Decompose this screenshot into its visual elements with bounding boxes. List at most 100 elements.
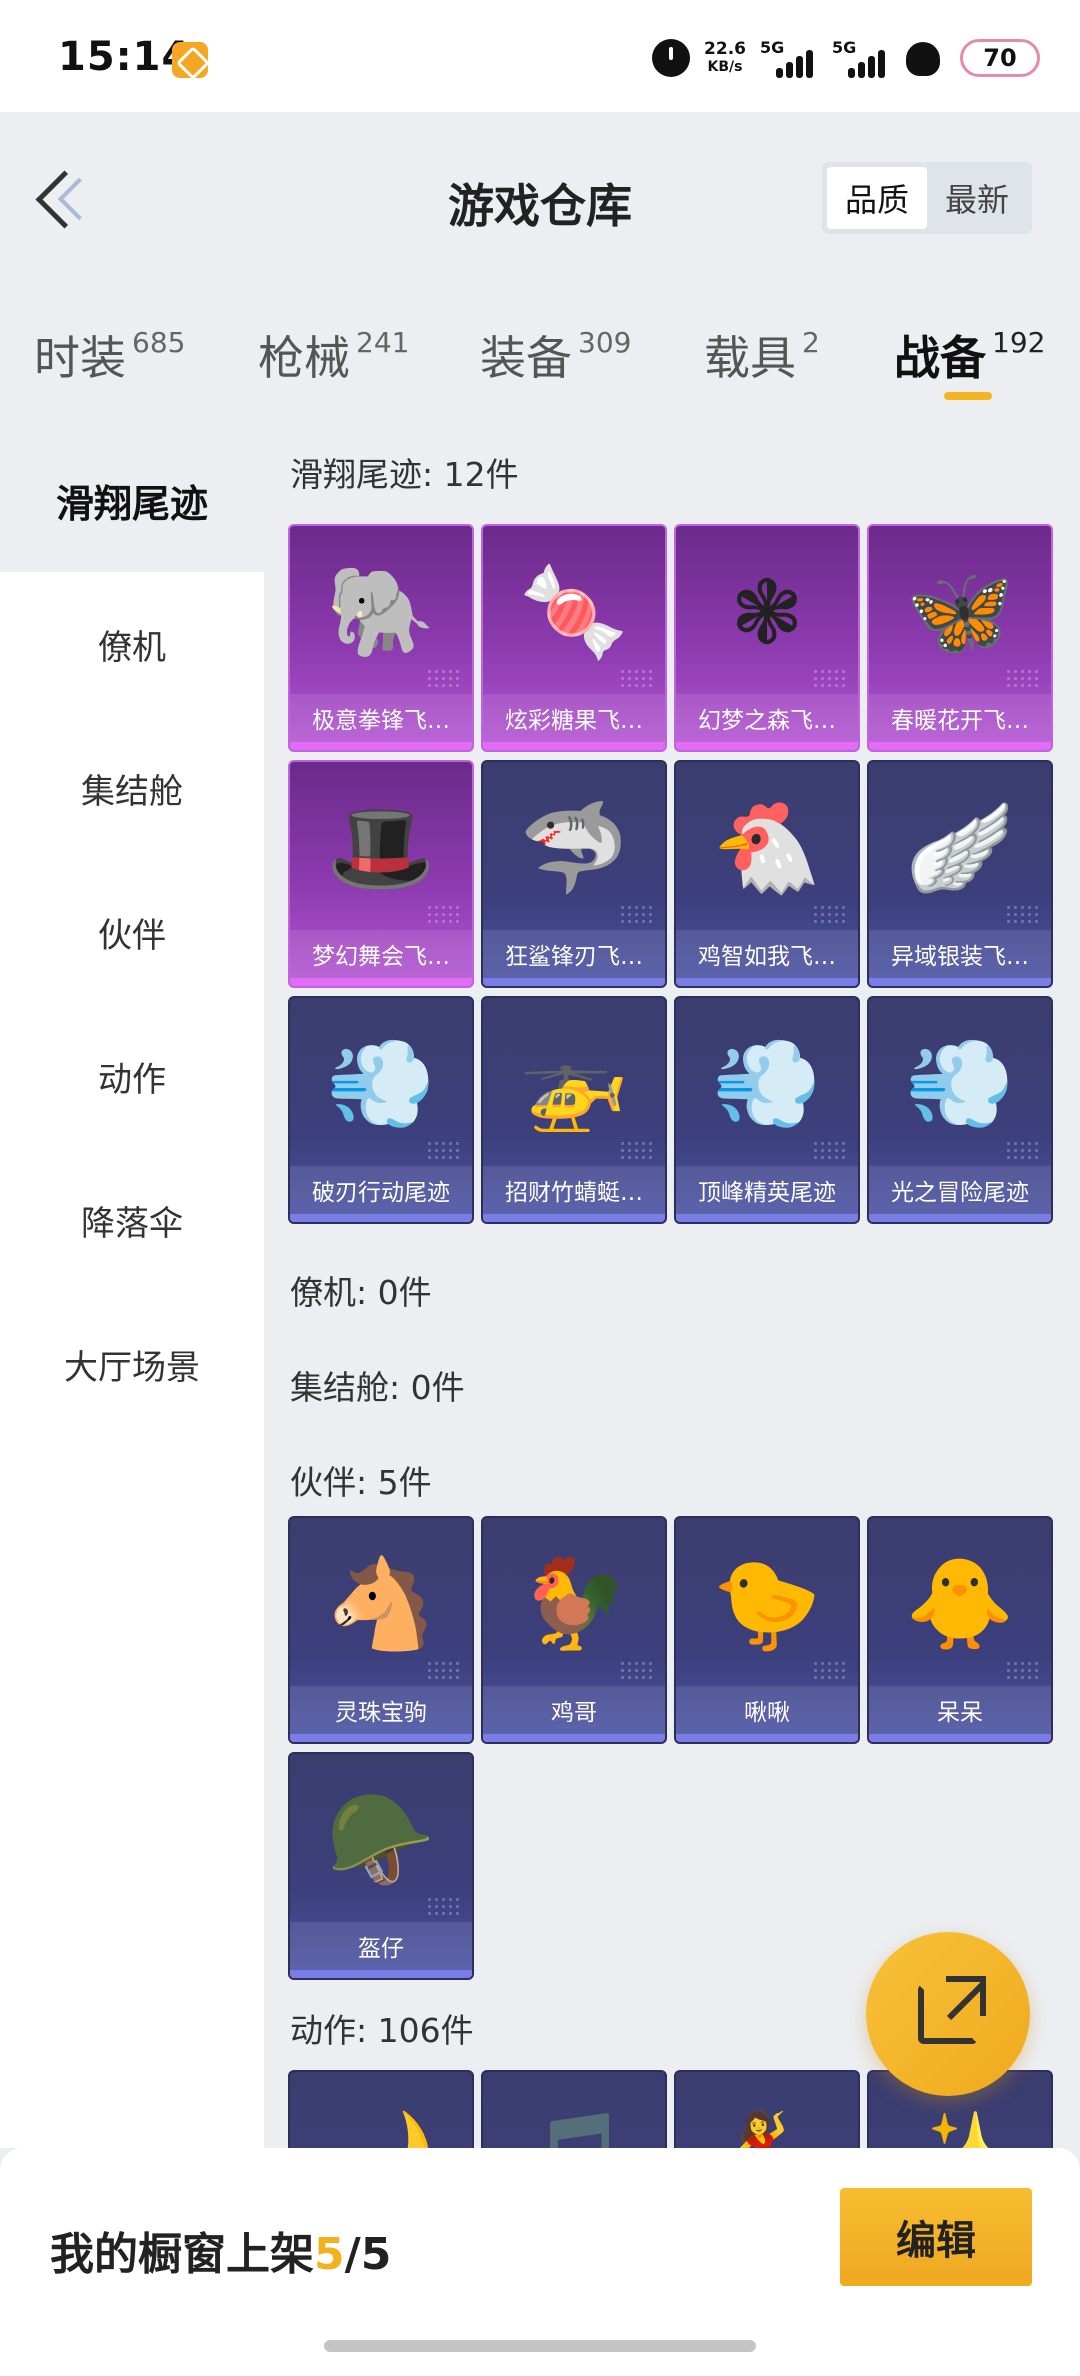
item-card[interactable]: 🚁 招财竹蜻蜓… (481, 996, 667, 1224)
battery-icon: 70 (960, 39, 1040, 77)
edit-button[interactable]: 编辑 (840, 2188, 1032, 2286)
item-name: 呆呆 (869, 1686, 1051, 1734)
card-pattern (1005, 1140, 1041, 1160)
signal-1-label: 5G (760, 38, 785, 57)
item-name: 梦幻舞会飞… (290, 930, 472, 978)
showcase-count: 我的橱窗上架5/5 (50, 2218, 391, 2282)
sidebar-item-glide-trail[interactable]: 滑翔尾迹 (0, 428, 264, 572)
tab-equipment[interactable]: 装备 309 (480, 322, 631, 388)
tab-gear[interactable]: 战备 192 (894, 322, 1045, 388)
item-card[interactable]: 🪽 异域银装飞… (867, 760, 1053, 988)
rarity-bar (869, 1734, 1051, 1742)
item-name: 极意拳锋飞… (290, 694, 472, 742)
item-name: 狂鲨锋刃飞… (483, 930, 665, 978)
moon-emote-icon: 🌙 (290, 2072, 472, 2148)
showcase-total: 5 (360, 2229, 392, 2280)
home-indicator[interactable] (324, 2340, 756, 2352)
item-name: 炫彩糖果飞… (483, 694, 665, 742)
item-name: 光之冒险尾迹 (869, 1166, 1051, 1214)
sidebar-item-emote[interactable]: 动作 (0, 1004, 264, 1148)
item-name: 招财竹蜻蜓… (483, 1166, 665, 1214)
category-tabs: 时装 685 枪械 241 装备 309 载具 2 战备 192 (0, 312, 1080, 422)
status-time: 15:14 (58, 34, 191, 80)
sidebar-item-rally-pod[interactable]: 集结舱 (0, 716, 264, 860)
section-title-wingman: 僚机: 0件 (290, 1273, 432, 1312)
tab-label: 战备 (894, 331, 986, 385)
rarity-bar (869, 742, 1051, 750)
rarity-bar (290, 1214, 472, 1222)
item-card[interactable]: 💨 光之冒险尾迹 (867, 996, 1053, 1224)
share-button[interactable] (866, 1932, 1030, 2096)
card-pattern (1005, 668, 1041, 688)
tab-count: 309 (578, 326, 632, 359)
sidebar-item-lobby-scene[interactable]: 大厅场景 (0, 1292, 264, 1436)
tab-count: 241 (356, 326, 410, 359)
item-card[interactable]: 🌙 (288, 2070, 474, 2148)
item-card[interactable]: 🐓 鸡哥 (481, 1516, 667, 1744)
rarity-bar (483, 1734, 665, 1742)
section-title-emote: 动作: 106件 (290, 2011, 474, 2050)
section-title-pod: 集结舱: 0件 (290, 1368, 465, 1407)
sort-newest-button[interactable]: 最新 (927, 167, 1027, 229)
item-card[interactable]: 🦋 春暖花开飞… (867, 524, 1053, 752)
item-card[interactable]: 🐘 极意拳锋飞… (288, 524, 474, 752)
item-name: 异域银装飞… (869, 930, 1051, 978)
item-card[interactable]: 🦈 狂鲨锋刃飞… (481, 760, 667, 988)
sidebar-item-parachute[interactable]: 降落伞 (0, 1148, 264, 1292)
item-name: 春暖花开飞… (869, 694, 1051, 742)
signal-icon: 5G (760, 38, 818, 78)
card-pattern (812, 904, 848, 924)
status-icons: 22.6 KB/s 5G 5G 70 (652, 34, 1040, 82)
item-card[interactable]: 🎩 梦幻舞会飞… (288, 760, 474, 988)
item-name: 鸡哥 (483, 1686, 665, 1734)
tab-fashion[interactable]: 时装 685 (34, 322, 185, 388)
item-card[interactable]: 💨 破刃行动尾迹 (288, 996, 474, 1224)
item-card[interactable]: 🐴 灵珠宝驹 (288, 1516, 474, 1744)
rarity-bar (290, 1970, 472, 1978)
header: 游戏仓库 品质 最新 时装 685 枪械 241 装备 309 载具 2 战备 192 (0, 112, 1080, 428)
alarm-icon (652, 39, 691, 77)
dance-emote-icon: 💃 (676, 2072, 858, 2148)
item-card[interactable]: 🎵 (481, 2070, 667, 2148)
rarity-bar (676, 742, 858, 750)
item-name: 幻梦之森飞… (676, 694, 858, 742)
card-pattern (426, 904, 462, 924)
item-list: 滑翔尾迹: 12件 🐘 极意拳锋飞… 🍬 炫彩糖果飞… ❃ 幻梦之森飞… 🦋 春暖花开飞… 🎩 梦… (264, 428, 1080, 2148)
rarity-bar (869, 978, 1051, 986)
item-name: 顶峰精英尾迹 (676, 1166, 858, 1214)
tab-vehicles[interactable]: 载具 2 (704, 322, 820, 388)
card-pattern (812, 668, 848, 688)
item-card[interactable]: ❃ 幻梦之森飞… (674, 524, 860, 752)
item-card[interactable]: 💨 顶峰精英尾迹 (674, 996, 860, 1224)
tab-count: 685 (132, 326, 186, 359)
item-card[interactable]: 🍬 炫彩糖果飞… (481, 524, 667, 752)
sidebar-item-partner[interactable]: 伙伴 (0, 860, 264, 1004)
network-speed: 22.6 KB/s (704, 40, 746, 76)
sort-quality-button[interactable]: 品质 (827, 167, 927, 229)
sort-toggle: 品质 最新 (822, 162, 1032, 234)
rarity-bar (290, 978, 472, 986)
card-pattern (426, 1660, 462, 1680)
item-card[interactable]: 🪖 盔仔 (288, 1752, 474, 1980)
rarity-bar (290, 742, 472, 750)
card-pattern (812, 1140, 848, 1160)
status-bar: 15:14 22.6 KB/s 5G 5G 70 (0, 0, 1080, 112)
card-pattern (1005, 1660, 1041, 1680)
card-pattern (619, 1660, 655, 1680)
network-speed-unit: KB/s (707, 59, 743, 75)
item-card[interactable]: 🐥 呆呆 (867, 1516, 1053, 1744)
sidebar: 滑翔尾迹 僚机 集结舱 伙伴 动作 降落伞 大厅场景 (0, 428, 264, 2148)
card-pattern (619, 668, 655, 688)
sidebar-item-wingman[interactable]: 僚机 (0, 572, 264, 716)
item-name: 鸡智如我飞… (676, 930, 858, 978)
music-emote-icon: 🎵 (483, 2072, 665, 2148)
tab-label: 载具 (704, 331, 796, 385)
item-card[interactable]: 🐔 鸡智如我飞… (674, 760, 860, 988)
card-pattern (426, 1896, 462, 1916)
item-card[interactable]: 💃 (674, 2070, 860, 2148)
card-pattern (619, 1140, 655, 1160)
rarity-bar (676, 1214, 858, 1222)
tab-guns[interactable]: 枪械 241 (258, 322, 409, 388)
item-card[interactable]: 🐤 啾啾 (674, 1516, 860, 1744)
showcase-current: 5 (314, 2229, 345, 2280)
